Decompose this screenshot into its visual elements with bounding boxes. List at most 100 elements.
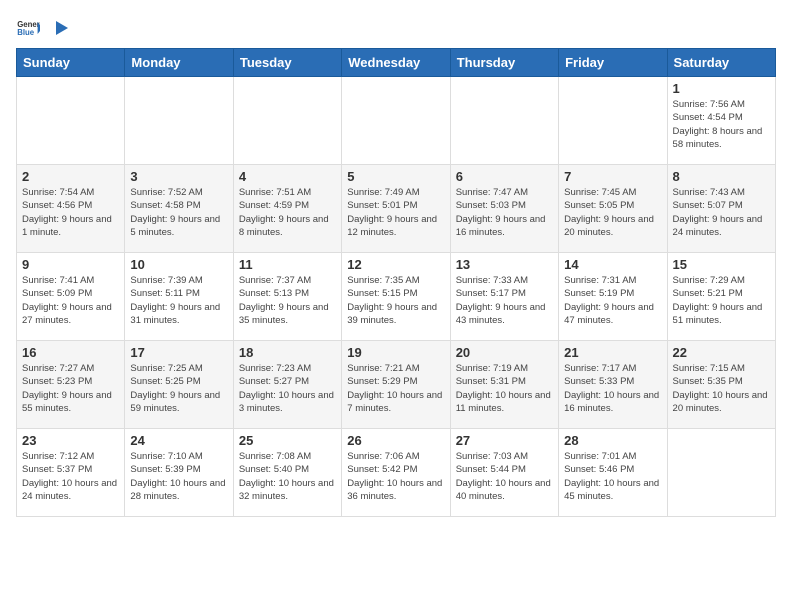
day-info: Sunrise: 7:25 AM Sunset: 5:25 PM Dayligh… xyxy=(130,362,227,415)
day-info: Sunrise: 7:43 AM Sunset: 5:07 PM Dayligh… xyxy=(673,186,770,239)
calendar-week-2: 2 Sunrise: 7:54 AM Sunset: 4:56 PM Daylig… xyxy=(17,165,776,253)
calendar-cell: 28Sunrise: 7:01 AM Sunset: 5:46 PM Dayli… xyxy=(559,429,667,517)
calendar-cell: 9 Sunrise: 7:41 AM Sunset: 5:09 PM Daylig… xyxy=(17,253,125,341)
day-number: 9 xyxy=(22,257,119,272)
calendar-cell: 21 Sunrise: 7:17 AM Sunset: 5:33 PM Dayli… xyxy=(559,341,667,429)
calendar-cell: 20 Sunrise: 7:19 AM Sunset: 5:31 PM Dayli… xyxy=(450,341,558,429)
day-info: Sunrise: 7:35 AM Sunset: 5:15 PM Dayligh… xyxy=(347,274,444,327)
day-number: 7 xyxy=(564,169,661,184)
day-number: 19 xyxy=(347,345,444,360)
day-number: 8 xyxy=(673,169,770,184)
logo-arrow-icon xyxy=(48,17,70,39)
day-number: 18 xyxy=(239,345,336,360)
day-number: 20 xyxy=(456,345,553,360)
day-info: Sunrise: 7:17 AM Sunset: 5:33 PM Dayligh… xyxy=(564,362,661,415)
logo-icon: General Blue xyxy=(16,16,40,40)
day-info: Sunrise: 7:39 AM Sunset: 5:11 PM Dayligh… xyxy=(130,274,227,327)
day-info: Sunrise: 7:06 AM Sunset: 5:42 PM Dayligh… xyxy=(347,450,444,503)
calendar-cell: 1Sunrise: 7:56 AM Sunset: 4:54 PM Daylig… xyxy=(667,77,775,165)
day-number: 1 xyxy=(673,81,770,96)
calendar-cell xyxy=(667,429,775,517)
calendar-table: SundayMondayTuesdayWednesdayThursdayFrid… xyxy=(16,48,776,517)
day-number: 16 xyxy=(22,345,119,360)
day-info: Sunrise: 7:12 AM Sunset: 5:37 PM Dayligh… xyxy=(22,450,119,503)
calendar-cell xyxy=(125,77,233,165)
calendar-week-4: 16 Sunrise: 7:27 AM Sunset: 5:23 PM Dayli… xyxy=(17,341,776,429)
calendar-week-3: 9 Sunrise: 7:41 AM Sunset: 5:09 PM Daylig… xyxy=(17,253,776,341)
day-number: 10 xyxy=(130,257,227,272)
day-info: Sunrise: 7:27 AM Sunset: 5:23 PM Dayligh… xyxy=(22,362,119,415)
col-header-sunday: Sunday xyxy=(17,49,125,77)
calendar-cell xyxy=(342,77,450,165)
col-header-wednesday: Wednesday xyxy=(342,49,450,77)
page-header: General Blue xyxy=(16,16,776,40)
calendar-cell: 19Sunrise: 7:21 AM Sunset: 5:29 PM Dayli… xyxy=(342,341,450,429)
calendar-cell: 6 Sunrise: 7:47 AM Sunset: 5:03 PM Daylig… xyxy=(450,165,558,253)
calendar-cell: 16 Sunrise: 7:27 AM Sunset: 5:23 PM Dayli… xyxy=(17,341,125,429)
calendar-cell xyxy=(17,77,125,165)
day-number: 6 xyxy=(456,169,553,184)
day-number: 15 xyxy=(673,257,770,272)
calendar-cell: 17 Sunrise: 7:25 AM Sunset: 5:25 PM Dayli… xyxy=(125,341,233,429)
day-info: Sunrise: 7:33 AM Sunset: 5:17 PM Dayligh… xyxy=(456,274,553,327)
calendar-cell: 13 Sunrise: 7:33 AM Sunset: 5:17 PM Dayli… xyxy=(450,253,558,341)
calendar-cell: 5Sunrise: 7:49 AM Sunset: 5:01 PM Daylig… xyxy=(342,165,450,253)
day-number: 3 xyxy=(130,169,227,184)
day-info: Sunrise: 7:45 AM Sunset: 5:05 PM Dayligh… xyxy=(564,186,661,239)
calendar-week-1: 1Sunrise: 7:56 AM Sunset: 4:54 PM Daylig… xyxy=(17,77,776,165)
calendar-cell: 14 Sunrise: 7:31 AM Sunset: 5:19 PM Dayli… xyxy=(559,253,667,341)
day-info: Sunrise: 7:10 AM Sunset: 5:39 PM Dayligh… xyxy=(130,450,227,503)
day-info: Sunrise: 7:37 AM Sunset: 5:13 PM Dayligh… xyxy=(239,274,336,327)
day-info: Sunrise: 7:49 AM Sunset: 5:01 PM Dayligh… xyxy=(347,186,444,239)
calendar-cell: 24Sunrise: 7:10 AM Sunset: 5:39 PM Dayli… xyxy=(125,429,233,517)
calendar-cell xyxy=(559,77,667,165)
day-info: Sunrise: 7:41 AM Sunset: 5:09 PM Dayligh… xyxy=(22,274,119,327)
col-header-saturday: Saturday xyxy=(667,49,775,77)
day-info: Sunrise: 7:51 AM Sunset: 4:59 PM Dayligh… xyxy=(239,186,336,239)
day-info: Sunrise: 7:19 AM Sunset: 5:31 PM Dayligh… xyxy=(456,362,553,415)
day-info: Sunrise: 7:47 AM Sunset: 5:03 PM Dayligh… xyxy=(456,186,553,239)
calendar-cell: 23 Sunrise: 7:12 AM Sunset: 5:37 PM Dayli… xyxy=(17,429,125,517)
svg-text:Blue: Blue xyxy=(17,28,35,37)
calendar-cell: 26Sunrise: 7:06 AM Sunset: 5:42 PM Dayli… xyxy=(342,429,450,517)
day-info: Sunrise: 7:15 AM Sunset: 5:35 PM Dayligh… xyxy=(673,362,770,415)
day-number: 13 xyxy=(456,257,553,272)
day-info: Sunrise: 7:29 AM Sunset: 5:21 PM Dayligh… xyxy=(673,274,770,327)
calendar-cell xyxy=(450,77,558,165)
day-info: Sunrise: 7:23 AM Sunset: 5:27 PM Dayligh… xyxy=(239,362,336,415)
col-header-tuesday: Tuesday xyxy=(233,49,341,77)
day-info: Sunrise: 7:54 AM Sunset: 4:56 PM Dayligh… xyxy=(22,186,119,239)
calendar-cell: 8 Sunrise: 7:43 AM Sunset: 5:07 PM Daylig… xyxy=(667,165,775,253)
col-header-friday: Friday xyxy=(559,49,667,77)
calendar-cell: 10 Sunrise: 7:39 AM Sunset: 5:11 PM Dayli… xyxy=(125,253,233,341)
day-info: Sunrise: 7:03 AM Sunset: 5:44 PM Dayligh… xyxy=(456,450,553,503)
logo: General Blue xyxy=(16,16,70,40)
calendar-cell: 22 Sunrise: 7:15 AM Sunset: 5:35 PM Dayli… xyxy=(667,341,775,429)
day-number: 2 xyxy=(22,169,119,184)
calendar-cell: 15 Sunrise: 7:29 AM Sunset: 5:21 PM Dayli… xyxy=(667,253,775,341)
calendar-cell: 18 Sunrise: 7:23 AM Sunset: 5:27 PM Dayli… xyxy=(233,341,341,429)
day-number: 25 xyxy=(239,433,336,448)
col-header-thursday: Thursday xyxy=(450,49,558,77)
day-number: 17 xyxy=(130,345,227,360)
day-info: Sunrise: 7:31 AM Sunset: 5:19 PM Dayligh… xyxy=(564,274,661,327)
calendar-cell: 3Sunrise: 7:52 AM Sunset: 4:58 PM Daylig… xyxy=(125,165,233,253)
day-number: 22 xyxy=(673,345,770,360)
calendar-cell: 2 Sunrise: 7:54 AM Sunset: 4:56 PM Daylig… xyxy=(17,165,125,253)
day-number: 12 xyxy=(347,257,444,272)
day-info: Sunrise: 7:08 AM Sunset: 5:40 PM Dayligh… xyxy=(239,450,336,503)
day-info: Sunrise: 7:01 AM Sunset: 5:46 PM Dayligh… xyxy=(564,450,661,503)
calendar-cell xyxy=(233,77,341,165)
calendar-week-5: 23 Sunrise: 7:12 AM Sunset: 5:37 PM Dayli… xyxy=(17,429,776,517)
calendar-cell: 4 Sunrise: 7:51 AM Sunset: 4:59 PM Daylig… xyxy=(233,165,341,253)
svg-text:General: General xyxy=(17,20,40,29)
calendar-cell: 7 Sunrise: 7:45 AM Sunset: 5:05 PM Daylig… xyxy=(559,165,667,253)
day-number: 27 xyxy=(456,433,553,448)
day-number: 23 xyxy=(22,433,119,448)
calendar-cell: 27 Sunrise: 7:03 AM Sunset: 5:44 PM Dayli… xyxy=(450,429,558,517)
col-header-monday: Monday xyxy=(125,49,233,77)
day-number: 21 xyxy=(564,345,661,360)
day-number: 14 xyxy=(564,257,661,272)
day-number: 4 xyxy=(239,169,336,184)
calendar-cell: 12 Sunrise: 7:35 AM Sunset: 5:15 PM Dayli… xyxy=(342,253,450,341)
